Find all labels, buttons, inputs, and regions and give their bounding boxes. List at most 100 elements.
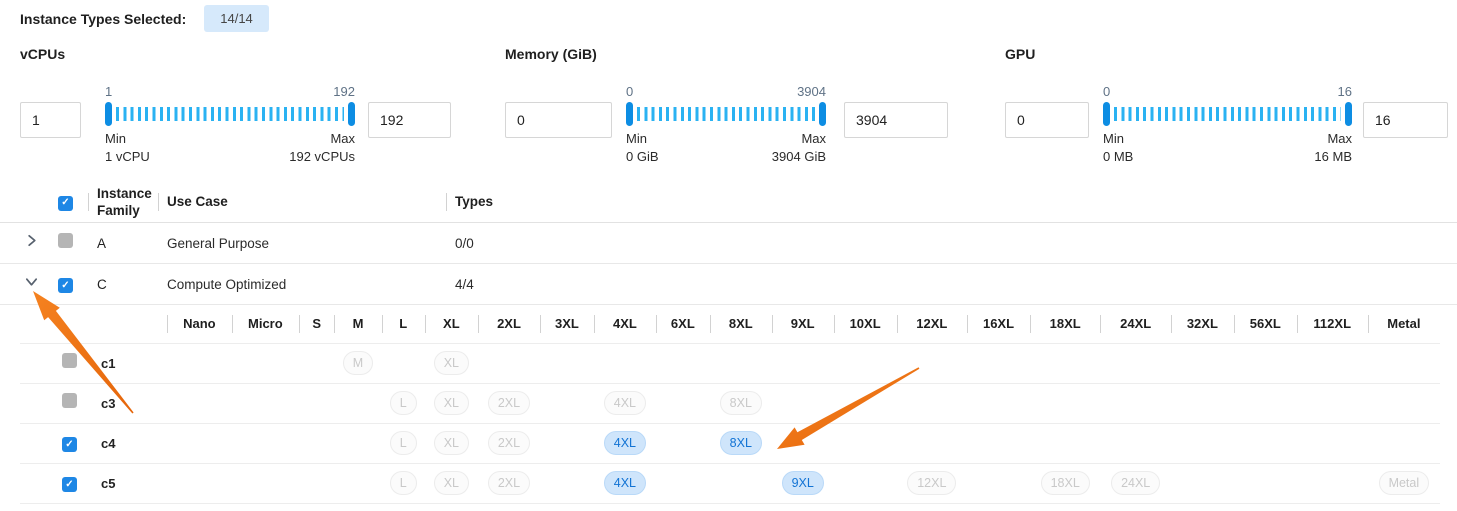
row-indent (20, 383, 58, 423)
size-column-header-6xl: 6XL (656, 305, 710, 343)
instance-checkbox-c4[interactable] (62, 437, 77, 452)
size-cell (1171, 423, 1234, 463)
size-cell (710, 463, 772, 503)
slider-track[interactable] (105, 102, 355, 126)
instance-types-selected-label: Instance Types Selected: (20, 11, 186, 27)
size-badge-c5-4xl[interactable]: 4XL (604, 471, 646, 495)
size-badge-c5-2xl[interactable]: 2XL (488, 471, 530, 495)
filter-controls: 0 3904 Min 0 GiB Max 3904 GiB (505, 84, 948, 166)
size-cell (232, 463, 299, 503)
slider-track[interactable] (626, 102, 826, 126)
select-all-checkbox[interactable] (58, 196, 73, 211)
size-badge-c5-9xl[interactable]: 9XL (782, 471, 824, 495)
instance-row-c4: c4LXL2XL4XL8XL (20, 423, 1440, 463)
size-cell (232, 343, 299, 383)
range-max-label: 16 (1338, 84, 1352, 100)
family-checkbox-C[interactable] (58, 278, 73, 293)
size-badge-c4-4xl[interactable]: 4XL (604, 431, 646, 455)
size-cell: 2XL (478, 463, 540, 503)
gpu-min-input[interactable] (1005, 102, 1089, 138)
slider-track[interactable] (1103, 102, 1352, 126)
filters-section: vCPUs 1 192 Min 1 vCPU (0, 46, 1457, 166)
slider-handle-min[interactable] (105, 102, 112, 126)
memory-max-input[interactable] (844, 102, 948, 138)
vcpus-max-input[interactable] (368, 102, 451, 138)
size-cell (834, 423, 897, 463)
size-badge-c3-xl[interactable]: XL (434, 391, 469, 415)
family-checkbox-A[interactable] (58, 233, 73, 248)
slider-ticks (1114, 107, 1341, 121)
checkbox-cell (58, 275, 97, 294)
size-cell (1171, 343, 1234, 383)
checkbox-cell (58, 343, 97, 383)
size-badge-c3-l[interactable]: L (390, 391, 417, 415)
size-cell: XL (425, 383, 478, 423)
size-cell (232, 423, 299, 463)
instance-checkbox-c1[interactable] (62, 353, 77, 368)
size-cell: XL (425, 423, 478, 463)
slider-handle-max[interactable] (1345, 102, 1352, 126)
slider-handle-min[interactable] (626, 102, 633, 126)
size-badge-c1-xl[interactable]: XL (434, 351, 469, 375)
slider-range-labels: 0 16 (1103, 84, 1352, 100)
size-cell (167, 343, 232, 383)
size-cell: L (382, 423, 425, 463)
size-cell: 4XL (594, 383, 656, 423)
size-cell (1234, 383, 1297, 423)
size-badge-c5-12xl[interactable]: 12XL (907, 471, 956, 495)
row-indent (20, 423, 58, 463)
size-badge-c5-xl[interactable]: XL (434, 471, 469, 495)
size-cell (1368, 343, 1440, 383)
size-column-header-s: S (299, 305, 334, 343)
size-cell: 2XL (478, 423, 540, 463)
filter-controls: 0 16 Min 0 MB Max 16 MB (1005, 84, 1448, 166)
gpu-max-input[interactable] (1363, 102, 1448, 138)
size-badge-c1-m[interactable]: M (343, 351, 373, 375)
size-cell (540, 343, 594, 383)
size-cell: 12XL (897, 463, 967, 503)
slider-handle-min[interactable] (1103, 102, 1110, 126)
row-indent (20, 343, 58, 383)
vcpus-min-input[interactable] (20, 102, 81, 138)
size-cell (167, 463, 232, 503)
size-badge-c5-24xl[interactable]: 24XL (1111, 471, 1160, 495)
size-cell (299, 423, 334, 463)
size-badge-c3-8xl[interactable]: 8XL (720, 391, 762, 415)
slider-handle-max[interactable] (819, 102, 826, 126)
filter-group-vcpus: vCPUs 1 192 Min 1 vCPU (20, 46, 451, 166)
expander-cell (20, 274, 58, 295)
range-max-label: 192 (333, 84, 355, 100)
size-badge-c5-metal[interactable]: Metal (1379, 471, 1430, 495)
min-caption-value: 0 MB (1103, 148, 1133, 166)
size-cell: 2XL (478, 383, 540, 423)
size-badge-c5-l[interactable]: L (390, 471, 417, 495)
size-column-header-10xl: 10XL (834, 305, 897, 343)
max-caption-value: 192 vCPUs (289, 148, 355, 166)
size-badge-c4-l[interactable]: L (390, 431, 417, 455)
row-indent (20, 463, 58, 503)
size-cell (478, 343, 540, 383)
chevron-right-icon[interactable] (24, 233, 40, 249)
checkbox-cell (58, 463, 97, 503)
chevron-down-icon[interactable] (24, 274, 40, 290)
size-cell (834, 383, 897, 423)
instance-checkbox-c3[interactable] (62, 393, 77, 408)
size-badge-c5-18xl[interactable]: 18XL (1041, 471, 1090, 495)
instance-checkbox-c5[interactable] (62, 477, 77, 492)
max-caption-value: 3904 GiB (772, 148, 826, 166)
slider-captions: Min 1 vCPU Max 192 vCPUs (105, 130, 355, 166)
size-badge-c4-xl[interactable]: XL (434, 431, 469, 455)
table-header-row: Instance Family Use Case Types (0, 181, 1457, 223)
filter-controls: 1 192 Min 1 vCPU Max 192 vCPUs (20, 84, 451, 166)
size-badge-c4-8xl[interactable]: 8XL (720, 431, 762, 455)
size-cell: 9XL (772, 463, 834, 503)
slider-handle-max[interactable] (348, 102, 355, 126)
memory-min-input[interactable] (505, 102, 612, 138)
size-badge-c3-4xl[interactable]: 4XL (604, 391, 646, 415)
size-cell (540, 383, 594, 423)
size-cell (167, 423, 232, 463)
size-badge-c3-2xl[interactable]: 2XL (488, 391, 530, 415)
size-column-header-56xl: 56XL (1234, 305, 1297, 343)
size-badge-c4-2xl[interactable]: 2XL (488, 431, 530, 455)
checkbox-cell (58, 423, 97, 463)
